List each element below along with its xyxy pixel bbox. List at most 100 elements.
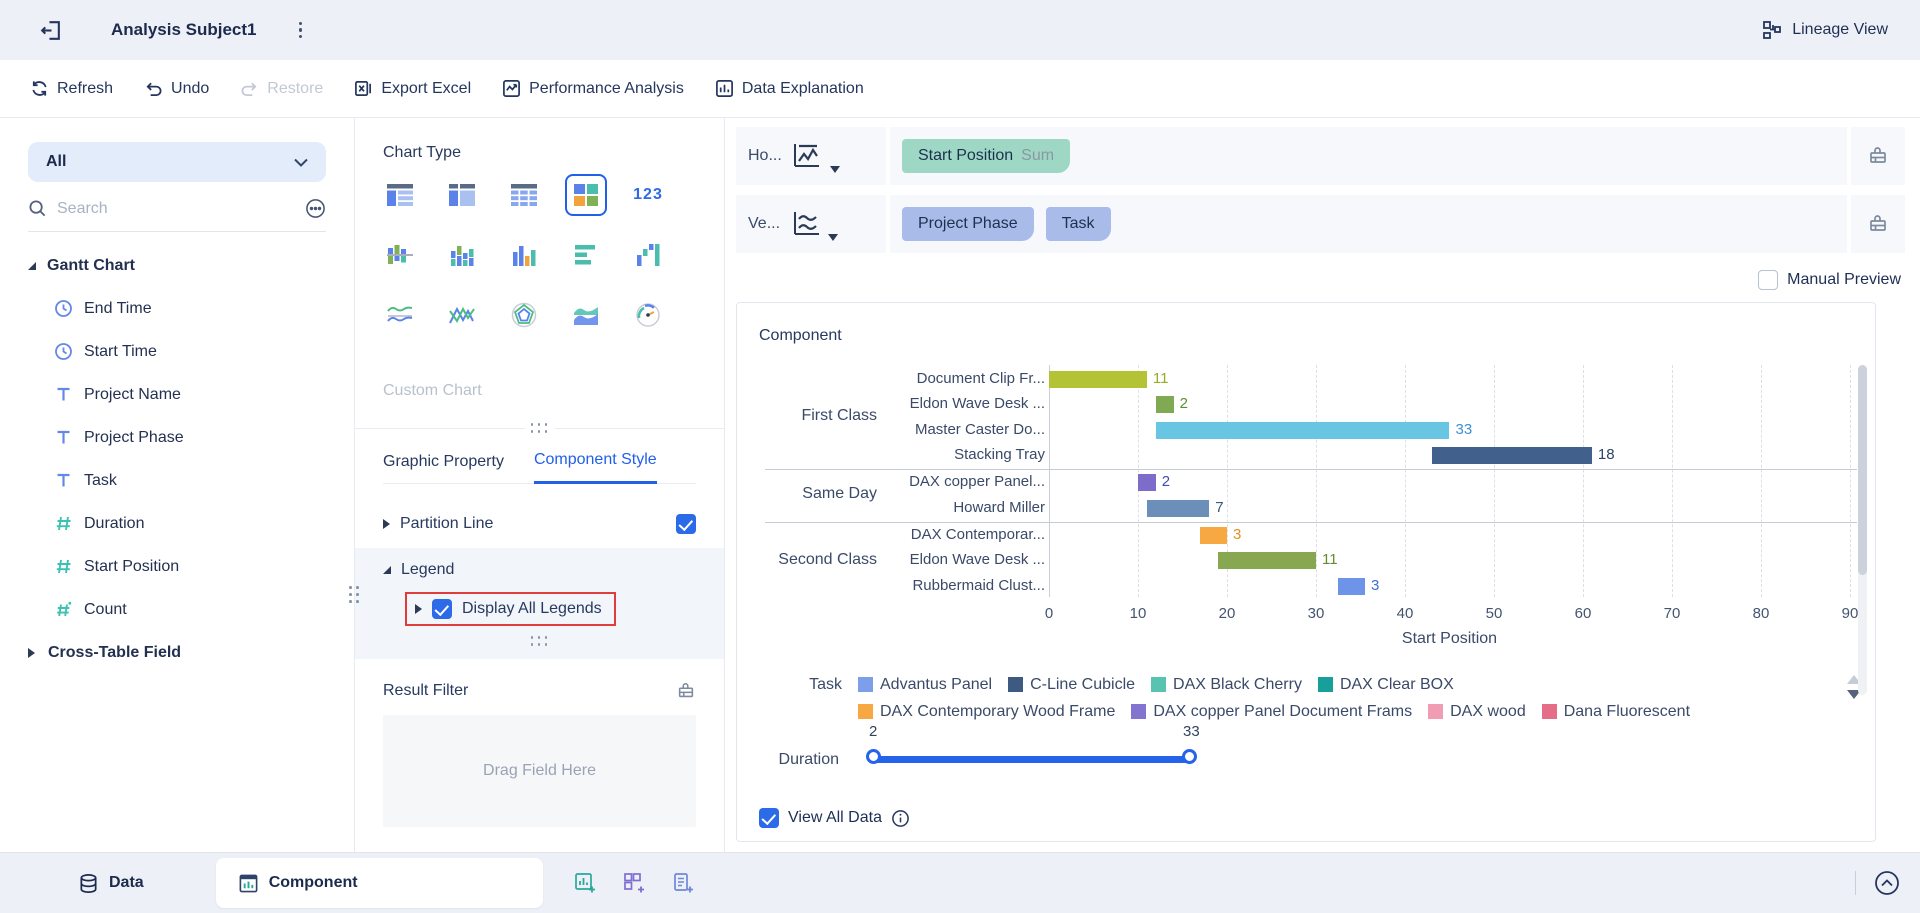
legend-section-header[interactable]: Legend: [383, 548, 696, 592]
x-tick-label: 70: [1654, 605, 1690, 622]
field-pill-start-position[interactable]: Start Position Sum: [902, 139, 1070, 173]
horizontal-axis-field-area[interactable]: Start Position Sum: [890, 127, 1847, 185]
gantt-bar[interactable]: [1138, 474, 1156, 491]
gantt-bar[interactable]: [1432, 447, 1592, 464]
expand-triangle-icon[interactable]: [383, 566, 391, 574]
refresh-button[interactable]: Refresh: [30, 79, 113, 98]
chart-scrollbar-thumb[interactable]: [1858, 365, 1867, 575]
area-chart-icon[interactable]: [569, 298, 603, 332]
add-dashboard-icon[interactable]: [622, 871, 646, 895]
gridline: [1494, 365, 1495, 597]
result-filter-drop-zone[interactable]: Drag Field Here: [383, 715, 696, 827]
collapse-triangle-icon[interactable]: [415, 604, 422, 614]
horizontal-bar-icon[interactable]: [569, 238, 603, 272]
component-card[interactable]: Component 0102030405060708090Start Posit…: [736, 302, 1876, 842]
vertical-axis-selector[interactable]: Ve...: [736, 195, 886, 253]
slider-handle-min[interactable]: [866, 749, 881, 764]
field-pill-task[interactable]: Task: [1046, 207, 1111, 241]
cross-table-icon[interactable]: [507, 178, 541, 212]
lineage-icon: [1761, 19, 1783, 41]
tree-node-cross-table-field[interactable]: Cross-Table Field: [28, 631, 326, 674]
waterfall-chart-icon[interactable]: [631, 238, 665, 272]
gantt-bar[interactable]: [1200, 527, 1227, 544]
collapse-triangle-icon[interactable]: [383, 519, 390, 529]
kpi-card-icon[interactable]: 123: [631, 178, 665, 212]
view-all-data-checkbox[interactable]: [759, 808, 779, 828]
slider-track[interactable]: [874, 756, 1190, 763]
legend-item[interactable]: Dana Fluorescent: [1542, 703, 1690, 721]
more-options-icon[interactable]: [305, 198, 326, 219]
chevron-down-icon[interactable]: [830, 166, 840, 173]
gantt-bar[interactable]: [1338, 578, 1365, 595]
drag-handle-icon[interactable]: [531, 636, 549, 647]
axis-format-button[interactable]: [1851, 127, 1905, 185]
legend-item[interactable]: DAX wood: [1428, 703, 1526, 721]
field-item-project-name[interactable]: Project Name: [28, 373, 326, 416]
restore-button[interactable]: Restore: [240, 79, 323, 98]
table-filter-select[interactable]: All: [28, 142, 326, 182]
undo-button[interactable]: Undo: [144, 79, 209, 98]
drag-handle-icon[interactable]: [525, 423, 555, 434]
field-item-start-position[interactable]: Start Position: [28, 545, 326, 588]
field-item-count[interactable]: Count: [28, 588, 326, 631]
legend-item[interactable]: DAX copper Panel Document Frams: [1131, 703, 1412, 721]
search-input[interactable]: [57, 200, 295, 218]
panel-drag-handle-icon[interactable]: [349, 586, 360, 604]
collapse-icon[interactable]: [1872, 868, 1902, 898]
info-icon[interactable]: [891, 809, 910, 828]
display-all-legends-checkbox[interactable]: [432, 599, 452, 619]
slider-handle-max[interactable]: [1182, 749, 1197, 764]
gauge-chart-icon[interactable]: [631, 298, 665, 332]
axis-format-button[interactable]: [1851, 195, 1905, 253]
legend-item[interactable]: Advantus Panel: [858, 676, 992, 694]
partition-line-row[interactable]: Partition Line: [383, 504, 696, 544]
lineage-view-button[interactable]: Lineage View: [1761, 19, 1888, 41]
vertical-axis-field-area[interactable]: Project Phase Task: [890, 195, 1847, 253]
combo-line-chart-icon[interactable]: [445, 298, 479, 332]
export-excel-button[interactable]: Export Excel: [354, 79, 471, 98]
legend-item[interactable]: DAX Clear BOX: [1318, 676, 1454, 694]
tab-data[interactable]: Data: [78, 873, 144, 894]
field-pill-project-phase[interactable]: Project Phase: [902, 207, 1034, 241]
gantt-bar[interactable]: [1049, 371, 1147, 388]
wave-line-chart-icon[interactable]: [383, 298, 417, 332]
legend-item[interactable]: DAX Contemporary Wood Frame: [858, 703, 1115, 721]
radar-chart-icon[interactable]: [507, 298, 541, 332]
tab-graphic-property[interactable]: Graphic Property: [383, 453, 504, 483]
gantt-bar[interactable]: [1147, 500, 1209, 517]
bidirectional-bar-icon[interactable]: [383, 238, 417, 272]
tab-component-style[interactable]: Component Style: [534, 451, 657, 484]
add-chart-icon[interactable]: [573, 871, 597, 895]
field-item-duration[interactable]: Duration: [28, 502, 326, 545]
legend-item[interactable]: C-Line Cubicle: [1008, 676, 1135, 694]
gantt-bar[interactable]: [1156, 396, 1174, 413]
data-explanation-button[interactable]: Data Explanation: [715, 79, 864, 98]
gridline: [1672, 365, 1673, 597]
grouped-table-icon[interactable]: [383, 178, 417, 212]
tab-component[interactable]: Component: [216, 858, 543, 908]
tree-node-gantt-chart[interactable]: Gantt Chart: [28, 244, 326, 287]
partition-line-checkbox[interactable]: [676, 514, 696, 534]
horizontal-axis-selector[interactable]: Ho...: [736, 127, 886, 185]
gantt-bar[interactable]: [1156, 422, 1450, 439]
column-chart-icon[interactable]: [507, 238, 541, 272]
detail-table-icon[interactable]: [445, 178, 479, 212]
add-report-icon[interactable]: [671, 871, 695, 895]
legend-item[interactable]: DAX Black Cherry: [1151, 676, 1302, 694]
performance-analysis-button[interactable]: Performance Analysis: [502, 79, 684, 98]
manual-preview-checkbox[interactable]: [1758, 270, 1778, 290]
bar-value-label: 2: [1162, 473, 1170, 490]
field-sidebar: All Gantt Chart End Time Sta: [0, 118, 355, 852]
color-block-chart-icon[interactable]: [569, 178, 603, 212]
kebab-menu-icon[interactable]: [299, 22, 303, 39]
gantt-bar[interactable]: [1218, 552, 1316, 569]
field-item-task[interactable]: Task: [28, 459, 326, 502]
field-item-start-time[interactable]: Start Time: [28, 330, 326, 373]
exit-icon[interactable]: [38, 18, 63, 43]
field-item-project-phase[interactable]: Project Phase: [28, 416, 326, 459]
stacked-column-icon[interactable]: [445, 238, 479, 272]
format-brush-icon[interactable]: [676, 681, 696, 701]
field-item-end-time[interactable]: End Time: [28, 287, 326, 330]
chart-scrollbar[interactable]: [1858, 365, 1867, 695]
chevron-down-icon[interactable]: [828, 234, 838, 241]
